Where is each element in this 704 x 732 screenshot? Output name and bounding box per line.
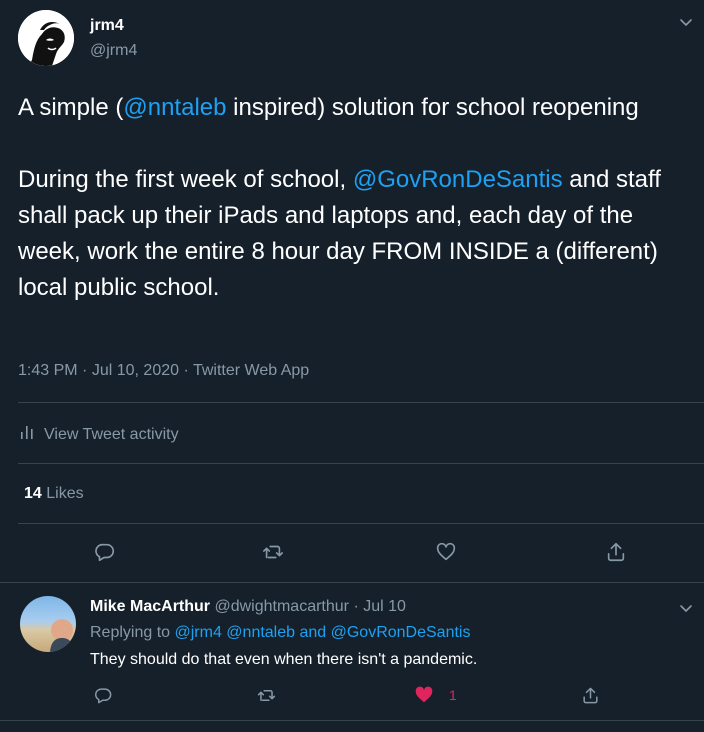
tweet-text: A simple (@nntaleb inspired) solution fo…	[18, 90, 686, 306]
divider	[18, 463, 704, 464]
tweet-source[interactable]: Twitter Web App	[193, 362, 309, 379]
separator: ·	[82, 362, 92, 379]
reply-date[interactable]: Jul 10	[363, 598, 406, 615]
likes-count: 14	[24, 485, 42, 502]
divider	[0, 720, 704, 721]
retweet-icon[interactable]	[253, 682, 279, 708]
author-handle[interactable]: @jrm4	[90, 42, 137, 60]
share-icon[interactable]	[603, 539, 629, 565]
likes-count-link[interactable]: 14 Likes	[24, 485, 84, 503]
separator: ·	[183, 362, 193, 379]
reply-header: Mike MacArthur @dwightmacarthur · Jul 10	[90, 598, 406, 616]
activity-chart-icon	[18, 423, 36, 446]
replying-label: Replying to	[90, 624, 171, 641]
author-avatar[interactable]	[18, 10, 74, 66]
divider	[18, 523, 704, 524]
chevron-down-icon[interactable]	[678, 14, 694, 30]
reply-text: They should do that even when there isn'…	[90, 651, 478, 668]
reply-icon[interactable]	[90, 682, 116, 708]
like-icon[interactable]	[433, 539, 459, 565]
like-button-liked[interactable]: 1	[413, 682, 473, 708]
chevron-down-icon[interactable]	[678, 600, 694, 616]
separator: ·	[353, 598, 364, 615]
author-name[interactable]: jrm4	[90, 17, 124, 35]
tweet-text-part: A simple (	[18, 94, 124, 121]
reply-author-avatar[interactable]	[20, 596, 76, 652]
replying-to-mentions[interactable]: @jrm4 @nntaleb and @GovRonDeSantis	[175, 624, 471, 641]
reply-icon[interactable]	[92, 539, 118, 565]
reply-actions: 1	[0, 682, 704, 712]
reply-like-count: 1	[449, 687, 457, 703]
mention-govrondesantis[interactable]: @GovRonDeSantis	[353, 166, 563, 193]
view-tweet-activity-link[interactable]: View Tweet activity	[18, 423, 179, 446]
tweet-actions	[0, 539, 704, 569]
mention-nntaleb[interactable]: @nntaleb	[123, 94, 226, 121]
reply-author-handle[interactable]: @dwightmacarthur	[214, 598, 349, 615]
tweet-time[interactable]: 1:43 PM	[18, 362, 78, 379]
reply-author-name[interactable]: Mike MacArthur	[90, 598, 210, 615]
replying-to-line: Replying to @jrm4 @nntaleb and @GovRonDe…	[90, 624, 470, 642]
like-icon-filled	[415, 686, 433, 703]
share-icon[interactable]	[577, 682, 603, 708]
likes-label: Likes	[46, 485, 84, 502]
retweet-icon[interactable]	[260, 539, 286, 565]
tweet-date[interactable]: Jul 10, 2020	[92, 362, 179, 379]
divider	[0, 582, 704, 583]
tweet-meta: 1:43 PM · Jul 10, 2020 · Twitter Web App	[18, 362, 309, 380]
divider	[18, 402, 704, 403]
activity-label: View Tweet activity	[44, 425, 179, 443]
